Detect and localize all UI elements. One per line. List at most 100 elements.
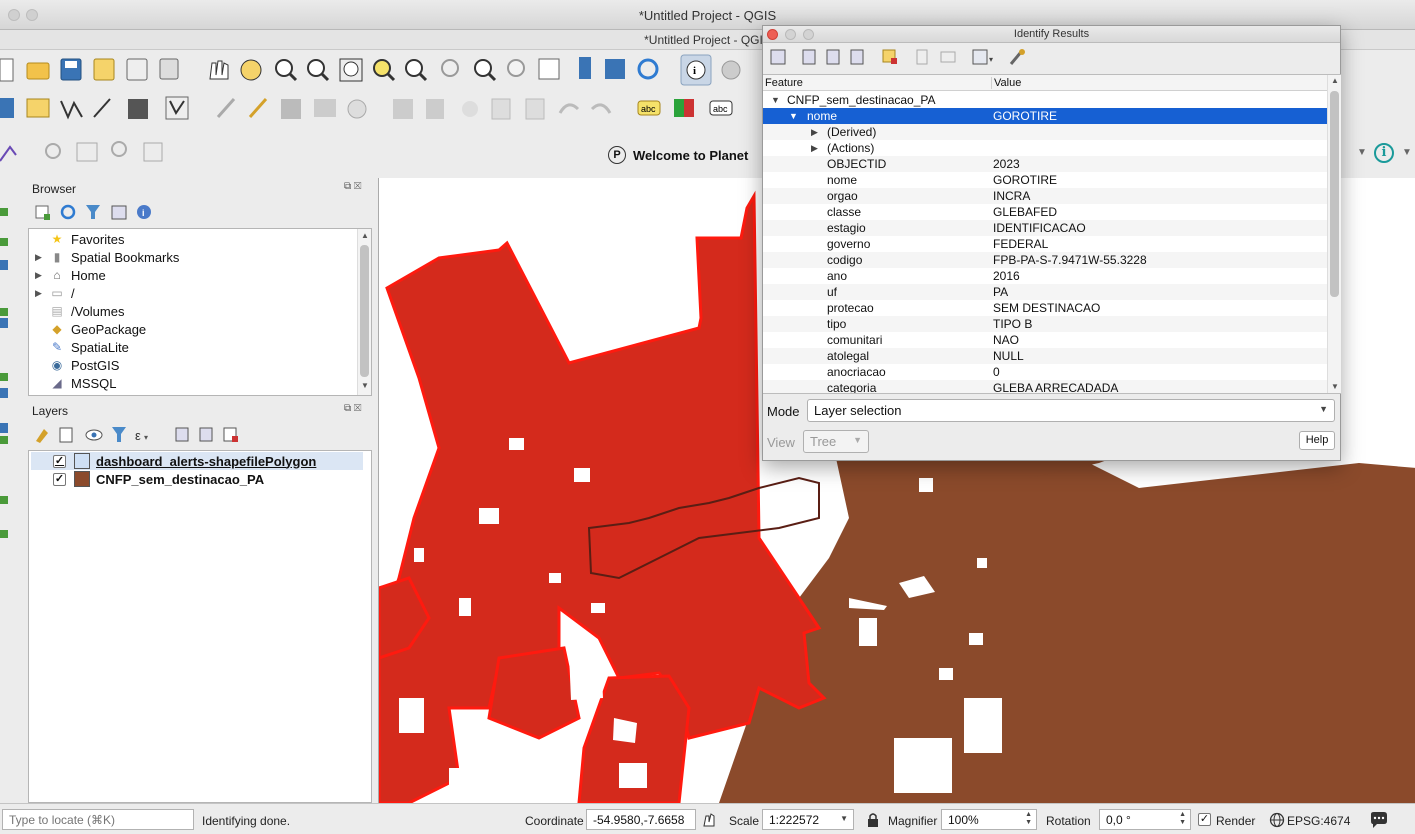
style-layer-icon[interactable]	[36, 429, 48, 443]
add-polygon-disabled-icon[interactable]	[314, 99, 336, 117]
layer-visibility-checkbox[interactable]: ✓	[53, 454, 66, 468]
crs-globe-icon[interactable]	[1269, 812, 1285, 828]
trash-disabled-icon[interactable]	[426, 99, 444, 119]
user-disabled-icon[interactable]	[111, 141, 127, 157]
zoom-to-layer-icon[interactable]	[405, 59, 428, 82]
attribute-row[interactable]: orgao INCRA	[763, 188, 1327, 204]
help-dropdown-arrow[interactable]: ▼	[1402, 147, 1412, 158]
action-icon[interactable]	[721, 60, 741, 80]
actions-group-row[interactable]: ▶ (Actions)	[763, 140, 1327, 156]
print-results-icon[interactable]	[940, 51, 956, 63]
attribute-row[interactable]: tipo TIPO B	[763, 316, 1327, 332]
attribute-row[interactable]: protecao SEM DESTINACAO	[763, 300, 1327, 318]
zoom-to-selection-icon[interactable]	[373, 59, 396, 82]
print-layout-icon[interactable]	[126, 58, 148, 81]
attribute-row[interactable]: ano 2016	[763, 268, 1327, 284]
open-project-icon[interactable]	[26, 62, 50, 80]
identify-features-icon[interactable]: i	[680, 54, 712, 86]
remove-layer-icon[interactable]	[223, 427, 238, 442]
show-bookmarks-icon[interactable]	[605, 59, 625, 79]
attribute-row[interactable]: classe GLEBAFED	[763, 204, 1327, 222]
attribute-row[interactable]: codigo FPB-PA-S-7.9471W-55.3228	[763, 252, 1327, 268]
layer-item[interactable]: ✓ dashboard_alerts-shapefilePolygon	[31, 452, 363, 470]
label-pin-icon[interactable]: abc	[709, 100, 733, 116]
browser-panel-buttons[interactable]: ⧉ ☒	[344, 181, 361, 192]
attribute-row[interactable]: categoria GLEBA ARRECADADA	[763, 380, 1327, 393]
browser-item[interactable]: ▶ ▭ /	[35, 284, 75, 302]
attribute-row[interactable]: comunitari NAO	[763, 332, 1327, 348]
attribute-row[interactable]: OBJECTID 2023	[763, 156, 1327, 172]
paste-disabled-icon[interactable]	[525, 98, 545, 120]
help-button[interactable]: Help	[1299, 431, 1335, 450]
zoom-out-icon[interactable]	[307, 59, 330, 82]
attribute-row[interactable]: nome GOROTIRE	[763, 172, 1327, 188]
edit-pencil-disabled-icon[interactable]	[216, 98, 236, 118]
collapse-tree-icon[interactable]	[826, 49, 840, 65]
clear-results-icon[interactable]	[882, 49, 897, 64]
browser-item[interactable]: ✎ SpatiaLite	[35, 338, 129, 356]
attribute-row[interactable]: anocriacao 0	[763, 364, 1327, 380]
magnifier-field[interactable]: 100% ▲ ▼	[941, 809, 1037, 830]
select-features-icon[interactable]: ▾	[972, 49, 993, 65]
help-info-icon[interactable]: i	[1374, 143, 1394, 163]
zoom-native-icon[interactable]	[441, 59, 459, 77]
render-checkbox[interactable]: ✓	[1198, 813, 1211, 826]
browser-item[interactable]: ◉ PostGIS	[35, 356, 120, 374]
expand-all-icon[interactable]	[175, 427, 189, 442]
add-group-icon[interactable]	[59, 427, 73, 443]
profile-tool-icon[interactable]	[0, 145, 17, 162]
move-feature-disabled-icon[interactable]	[347, 99, 367, 119]
welcome-to-planet-label[interactable]: P Welcome to Planet	[608, 144, 748, 166]
add-feature-icon[interactable]	[165, 96, 189, 120]
toggle-extents-icon[interactable]	[701, 812, 717, 828]
satellite-disabled-icon[interactable]	[143, 142, 163, 162]
map-disabled-icon[interactable]	[76, 142, 98, 162]
minimize-dialog-icon[interactable]	[785, 29, 796, 40]
add-selected-layers-icon[interactable]	[35, 205, 50, 220]
copy-feature-icon[interactable]	[916, 49, 928, 65]
filter-expression-icon[interactable]: ε ▾	[135, 428, 148, 443]
collapse-layers-icon[interactable]	[199, 427, 213, 442]
messages-icon[interactable]	[1369, 811, 1389, 829]
browser-item[interactable]: ◢ MSSQL	[35, 374, 116, 392]
close-dialog-icon[interactable]	[767, 29, 778, 40]
expand-new-icon[interactable]	[850, 49, 864, 65]
zoom-next-icon[interactable]	[507, 59, 525, 77]
coordinate-field[interactable]: -54.9580,-7.6658	[586, 809, 696, 830]
save-project-icon[interactable]	[60, 58, 82, 81]
zoom-in-icon[interactable]	[275, 59, 298, 82]
zoom-last-icon[interactable]	[474, 59, 497, 82]
refresh-icon[interactable]	[637, 58, 659, 80]
filter-browser-icon[interactable]	[86, 205, 100, 219]
browser-item[interactable]: ▶ ⌂ Home	[35, 266, 106, 284]
diagram-tool-icon[interactable]	[674, 99, 694, 117]
open-form-icon[interactable]	[770, 49, 786, 65]
filter-legend-icon[interactable]	[112, 427, 126, 442]
properties-icon[interactable]: i	[137, 205, 151, 219]
mode-select[interactable]: Layer selection ▼	[807, 399, 1335, 422]
expand-arrow-icon[interactable]: ▶	[35, 288, 49, 299]
attribute-row[interactable]: atolegal NULL	[763, 348, 1327, 364]
toolbar-dropdown-arrow[interactable]: ▼	[1357, 147, 1367, 158]
layer-item[interactable]: ✓ CNFP_sem_destinacao_PA	[31, 470, 363, 488]
zoom-full-icon[interactable]	[339, 58, 363, 82]
expand-arrow-icon[interactable]: ▶	[35, 270, 49, 281]
lock-scale-icon[interactable]	[866, 812, 880, 828]
collapse-all-icon[interactable]	[111, 205, 127, 220]
attribute-row[interactable]: estagio IDENTIFICACAO	[763, 220, 1327, 236]
redo-disabled-icon[interactable]	[590, 103, 612, 114]
style-manager-icon[interactable]	[159, 58, 179, 80]
search-disabled-icon[interactable]	[45, 143, 61, 159]
browser-item[interactable]: ★ Favorites	[35, 230, 125, 248]
new-project-icon[interactable]	[0, 58, 14, 82]
new-bookmark-icon[interactable]	[579, 57, 591, 79]
layer-result-row[interactable]: ▼ CNFP_sem_destinacao_PA	[763, 92, 1327, 108]
attribute-row[interactable]: governo FEDERAL	[763, 236, 1327, 254]
edit-pencil-icon[interactable]	[248, 98, 268, 118]
browser-scrollbar[interactable]: ▲ ▼	[357, 229, 371, 395]
save-as-icon[interactable]	[93, 58, 115, 81]
copy-disabled-icon[interactable]	[491, 98, 511, 120]
new-map-view-icon[interactable]	[538, 58, 560, 80]
vertex-tool-icon[interactable]	[93, 98, 111, 118]
scale-field[interactable]: 1:222572 ▼	[762, 809, 854, 830]
